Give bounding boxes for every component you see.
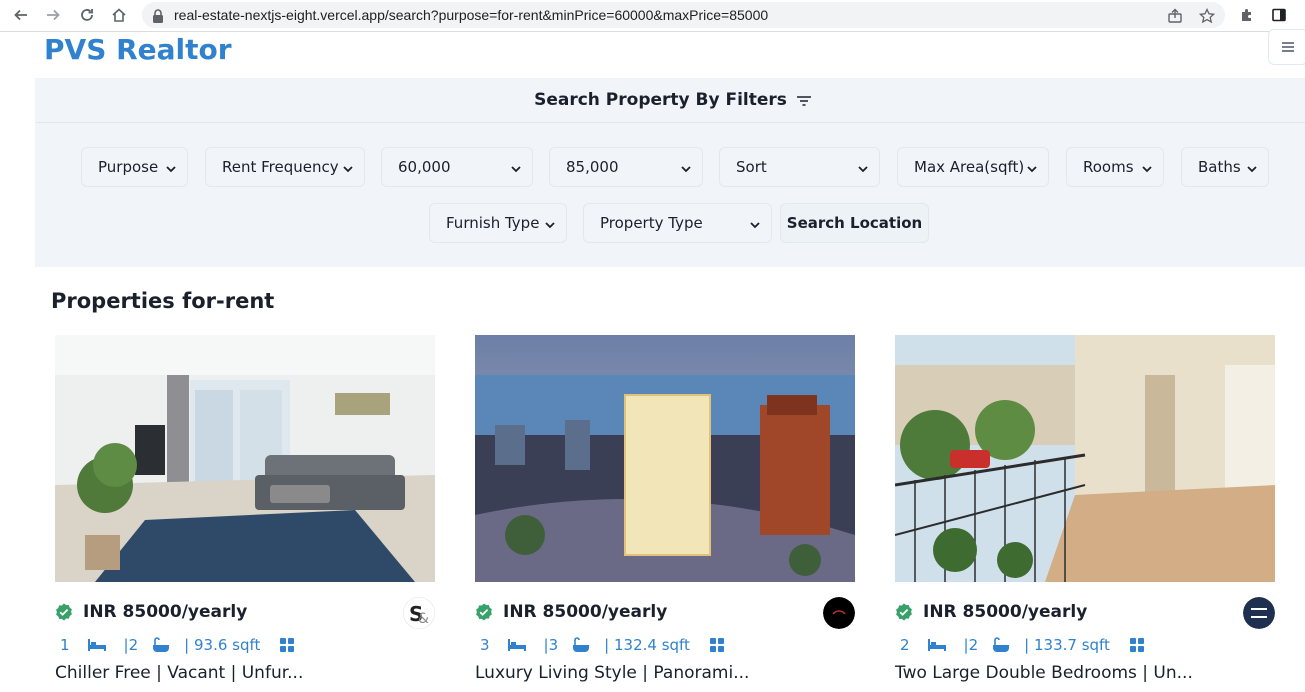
chevron-down-icon [510, 161, 522, 179]
furnish-type-select[interactable]: Furnish Type [429, 203, 567, 243]
property-photo[interactable] [55, 335, 435, 582]
property-title[interactable]: Luxury Living Style | Panorami... [475, 663, 749, 683]
filter-title: Search Property By Filters [534, 90, 787, 110]
chevron-down-icon [857, 161, 869, 179]
price-text: INR 85000/yearly [83, 602, 248, 622]
sort-select[interactable]: Sort [719, 147, 880, 187]
rooms-count: 3 [480, 636, 490, 654]
chevron-down-icon [680, 161, 692, 179]
bed-icon [87, 639, 106, 651]
rent-frequency-select-label: Rent Frequency [222, 158, 339, 176]
price-row: INR 85000/yearly [55, 600, 247, 624]
property-photo[interactable] [895, 335, 1275, 582]
filter-panel: Search Property By Filters Purpose Rent … [35, 78, 1305, 267]
chevron-down-icon [1246, 161, 1258, 179]
sort-select-label: Sort [736, 158, 767, 176]
filter-icon [796, 91, 811, 110]
svg-text:&: & [418, 611, 429, 627]
rooms-count: 2 [900, 636, 910, 654]
agency-logo-s: S & [403, 597, 435, 629]
grid-icon [280, 638, 295, 652]
min-price-select[interactable]: 60,000 [381, 147, 533, 187]
address-bar[interactable]: real-estate-nextjs-eight.vercel.app/sear… [142, 2, 1225, 28]
rooms-count: 1 [60, 636, 70, 654]
chevron-down-icon [544, 217, 556, 235]
share-icon[interactable] [1166, 7, 1184, 25]
area-text: | 93.6 sqft [184, 636, 261, 654]
sidepanel-icon[interactable] [1268, 4, 1290, 26]
results-heading: Properties for-rent [51, 289, 275, 313]
browser-toolbar: real-estate-nextjs-eight.vercel.app/sear… [0, 0, 1305, 32]
property-stats: 2 |2 | 133.7 sqft [900, 635, 1144, 655]
verified-check-icon [55, 603, 73, 621]
purpose-select[interactable]: Purpose [81, 147, 188, 187]
bath-icon [572, 637, 590, 653]
grid-icon [1129, 638, 1144, 652]
purpose-select-label: Purpose [98, 158, 159, 176]
lock-icon [152, 8, 164, 27]
rent-frequency-select[interactable]: Rent Frequency [205, 147, 365, 187]
bed-icon [927, 639, 946, 651]
reload-icon[interactable] [76, 4, 98, 26]
property-card[interactable]: INR 85000/yearly 3 |3 | 132.4 sqft Luxur… [475, 335, 855, 692]
baths-count: |2 [963, 636, 979, 654]
price-text: INR 85000/yearly [923, 602, 1088, 622]
hamburger-icon [1281, 38, 1295, 57]
max-price-select-label: 85,000 [566, 158, 619, 176]
verified-check-icon [895, 603, 913, 621]
menu-button[interactable] [1268, 29, 1305, 65]
extension-icon[interactable] [1236, 4, 1258, 26]
star-icon[interactable] [1198, 7, 1216, 25]
back-icon[interactable] [10, 4, 32, 26]
chevron-down-icon [1026, 161, 1038, 179]
property-photo[interactable] [475, 335, 855, 582]
area-text: | 133.7 sqft [1024, 636, 1110, 654]
min-price-select-label: 60,000 [398, 158, 451, 176]
bed-icon [507, 639, 526, 651]
search-location-button[interactable]: Search Location [780, 203, 929, 243]
price-text: INR 85000/yearly [503, 602, 668, 622]
agency-logo-allsopp [1243, 597, 1275, 629]
property-stats: 3 |3 | 132.4 sqft [480, 635, 724, 655]
area-text: | 132.4 sqft [604, 636, 690, 654]
rooms-select[interactable]: Rooms [1066, 147, 1164, 187]
baths-count: |3 [543, 636, 559, 654]
property-card[interactable]: INR 85000/yearly 2 |2 | 133.7 sqft Two L… [895, 335, 1275, 692]
url-text: real-estate-nextjs-eight.vercel.app/sear… [174, 7, 769, 23]
baths-count: |2 [123, 636, 139, 654]
max-area-select[interactable]: Max Area(sqft) [897, 147, 1049, 187]
baths-select-label: Baths [1198, 158, 1241, 176]
property-card[interactable]: INR 85000/yearly S & 1 |2 | 93.6 sqft Chi… [55, 335, 435, 692]
chevron-down-icon [342, 161, 354, 179]
chevron-down-icon [165, 161, 177, 179]
grid-icon [709, 638, 724, 652]
furnish-type-select-label: Furnish Type [446, 214, 540, 232]
max-area-select-label: Max Area(sqft) [914, 158, 1025, 176]
price-row: INR 85000/yearly [475, 600, 667, 624]
brand-logo[interactable]: PVS Realtor [44, 33, 232, 66]
max-price-select[interactable]: 85,000 [549, 147, 703, 187]
chevron-down-icon [749, 217, 761, 235]
bath-icon [152, 637, 170, 653]
agency-logo-dark [823, 597, 855, 629]
filter-toggle[interactable]: Search Property By Filters [35, 78, 1305, 123]
property-type-select[interactable]: Property Type [583, 203, 772, 243]
property-title[interactable]: Two Large Double Bedrooms | Un... [895, 663, 1193, 683]
property-type-select-label: Property Type [600, 214, 703, 232]
rooms-select-label: Rooms [1083, 158, 1134, 176]
property-title[interactable]: Chiller Free | Vacant | Unfur... [55, 663, 303, 683]
search-location-label: Search Location [786, 214, 923, 232]
bath-icon [992, 637, 1010, 653]
baths-select[interactable]: Baths [1181, 147, 1269, 187]
verified-check-icon [475, 603, 493, 621]
price-row: INR 85000/yearly [895, 600, 1087, 624]
property-stats: 1 |2 | 93.6 sqft [60, 635, 295, 655]
forward-icon[interactable] [42, 4, 64, 26]
chevron-down-icon [1141, 161, 1153, 179]
home-icon[interactable] [108, 4, 130, 26]
